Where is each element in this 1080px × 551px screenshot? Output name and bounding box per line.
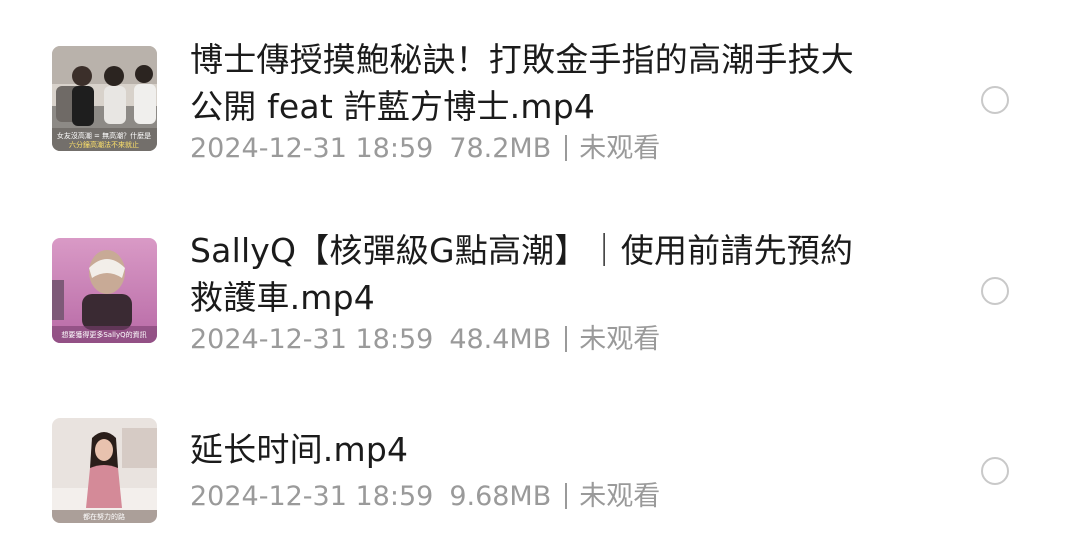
- watch-status: 未观看: [579, 481, 661, 512]
- file-title-line1: 延长时间.mp4: [190, 430, 409, 469]
- list-item[interactable]: 都在努力的路 延长时间.mp4 2024-12-31 18:59 9.68MB 未观…: [0, 0, 1080, 551]
- thumbnail-caption: 都在努力的路: [83, 512, 125, 521]
- file-list: 女友沒高潮 = 無高潮？什麼是 六分鐘高潮法不來就止 博士傳授摸鮑秘訣！打敗金手…: [0, 0, 1080, 551]
- file-meta: 2024-12-31 18:59 9.68MB 未观看: [190, 480, 660, 514]
- select-radio[interactable]: [981, 457, 1009, 485]
- file-datetime: 2024-12-31 18:59: [190, 481, 434, 512]
- file-size: 9.68MB: [449, 481, 552, 512]
- video-thumbnail[interactable]: 都在努力的路: [52, 418, 157, 523]
- file-title[interactable]: 延长时间.mp4: [190, 426, 890, 473]
- thumbnail-image: 都在努力的路: [52, 418, 157, 523]
- meta-divider: [565, 483, 568, 509]
